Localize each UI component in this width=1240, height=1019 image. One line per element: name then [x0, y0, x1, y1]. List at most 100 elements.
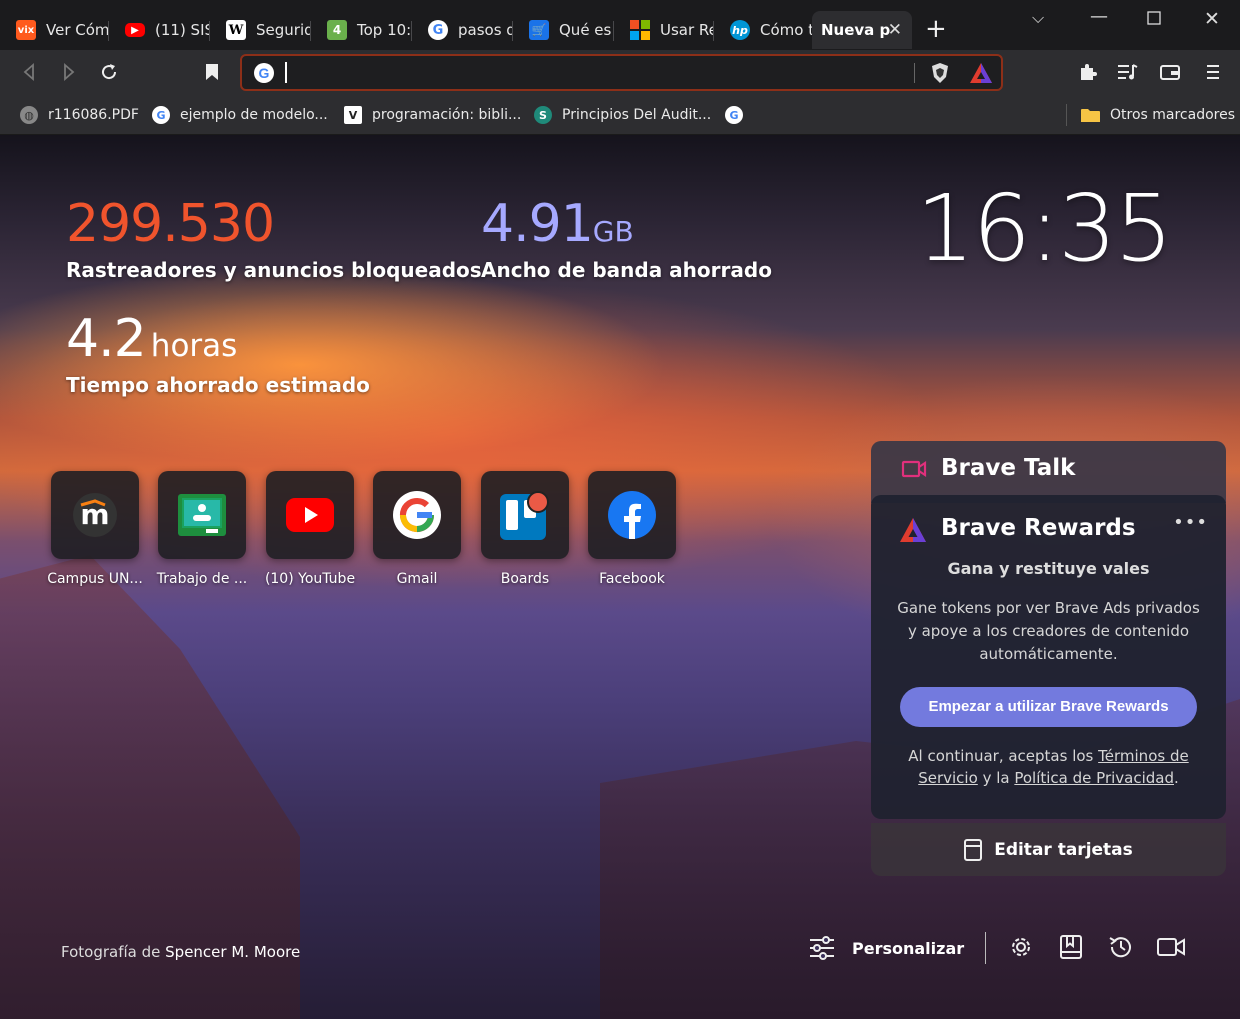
privacy-policy-link[interactable]: Política de Privacidad: [1014, 769, 1174, 787]
divider: [914, 63, 915, 83]
tab-label: Usar Rec: [660, 21, 714, 39]
google-icon: G: [725, 106, 743, 124]
tab-label: Ver Cóm: [46, 21, 109, 39]
playlist-icon[interactable]: [1116, 60, 1140, 84]
history-icon[interactable]: [1106, 932, 1136, 962]
bookmark-programacion[interactable]: V programación: bibli...: [344, 103, 521, 127]
tab-new-tab[interactable]: Nueva p ✕: [812, 11, 912, 49]
tab-youtube[interactable]: ▶ (11) SIST: [109, 11, 210, 49]
bookmarks-bar: ◍ r116086.PDF G ejemplo de modelo... V p…: [0, 95, 1240, 135]
bookmark-r116086[interactable]: ◍ r116086.PDF: [20, 103, 139, 127]
google-icon: G: [254, 63, 274, 83]
tab-strip: vix Ver Cóm ▶ (11) SIST W Segurida 4 Top…: [0, 0, 1240, 50]
edit-cards-button[interactable]: Editar tarjetas: [871, 823, 1226, 876]
extensions-icon[interactable]: [1076, 60, 1100, 84]
bookmark-label: Principios Del Audit...: [562, 107, 712, 123]
video-camera-icon: [901, 459, 927, 483]
tab-que-es[interactable]: 🛒 Qué es y: [513, 11, 614, 49]
classroom-icon: [158, 471, 246, 559]
menu-icon[interactable]: [1201, 60, 1225, 84]
tab-label: Cómo to: [760, 21, 812, 39]
sliders-icon: [808, 935, 836, 961]
tab-label: (11) SIST: [155, 21, 210, 39]
maximize-button[interactable]: [1147, 9, 1161, 30]
time-label: Tiempo ahorrado estimado: [66, 373, 370, 397]
bookmark-principios[interactable]: S Principios Del Audit...: [534, 103, 711, 127]
bottom-controls: Personalizar: [808, 932, 1228, 968]
other-bookmarks-folder[interactable]: Otros marcadores: [1081, 103, 1235, 127]
top-site-gmail[interactable]: Gmail: [367, 471, 467, 587]
moodle-icon: m: [51, 471, 139, 559]
tab-top10[interactable]: 4 Top 10:: [311, 11, 412, 49]
bookmark-label: ejemplo de modelo...: [180, 107, 328, 123]
brave-rewards-card: Brave Rewards ••• Gana y restituye vales…: [871, 495, 1226, 819]
v-icon: V: [344, 106, 362, 124]
google-icon: G: [428, 20, 448, 40]
close-tab-icon[interactable]: ✕: [888, 20, 902, 40]
customize-label: Personalizar: [852, 938, 965, 958]
divider: [985, 932, 986, 964]
address-input[interactable]: [292, 60, 892, 86]
terms-suffix: .: [1174, 769, 1179, 787]
facebook-icon: [588, 471, 676, 559]
bookmark-google[interactable]: G: [725, 103, 753, 127]
youtube-icon: [266, 471, 354, 559]
photo-credit-prefix: Fotografía de: [61, 943, 161, 961]
tab-hp[interactable]: hp Cómo to: [714, 11, 812, 49]
time-saved-stat: 4.2 horas Tiempo ahorrado estimado: [66, 313, 370, 397]
brave-talk-camera-icon[interactable]: [1156, 932, 1186, 962]
bookmark-ejemplo-modelo[interactable]: G ejemplo de modelo...: [152, 103, 328, 127]
folder-icon: [1081, 108, 1100, 123]
hp-icon: hp: [730, 20, 750, 40]
start-rewards-button[interactable]: Empezar a utilizar Brave Rewards: [900, 687, 1197, 727]
photo-credit-author[interactable]: Spencer M. Moore: [165, 943, 300, 961]
trello-icon: [481, 471, 569, 559]
back-button[interactable]: [17, 60, 41, 84]
minimize-button[interactable]: —: [1090, 6, 1108, 27]
edit-cards-label: Editar tarjetas: [994, 839, 1133, 860]
brave-talk-card[interactable]: Brave Talk: [871, 441, 1226, 503]
text-caret: [285, 62, 287, 83]
tab-search-chevron-icon[interactable]: ⌵: [1032, 8, 1044, 28]
new-tab-button[interactable]: +: [925, 14, 947, 44]
bookmark-this-page-icon[interactable]: [200, 60, 224, 84]
top-site-trabajo[interactable]: Trabajo de ...: [152, 471, 252, 587]
top-site-label: (10) YouTube: [264, 571, 356, 587]
customize-button[interactable]: Personalizar: [808, 932, 964, 964]
reload-button[interactable]: [97, 60, 121, 84]
brave-rewards-icon[interactable]: [969, 62, 993, 88]
forward-button[interactable]: [57, 60, 81, 84]
bookmarks-manager-icon[interactable]: [1056, 932, 1086, 962]
bandwidth-label: Ancho de banda ahorrado: [481, 258, 772, 282]
settings-gear-icon[interactable]: [1006, 932, 1036, 962]
top-site-label: Boards: [500, 571, 550, 587]
brave-shields-icon[interactable]: [930, 62, 950, 88]
close-window-button[interactable]: ✕: [1204, 8, 1220, 30]
tab-microsoft[interactable]: Usar Rec: [614, 11, 714, 49]
divider: [1066, 104, 1067, 126]
top-site-facebook[interactable]: Facebook: [582, 471, 682, 587]
top-site-youtube[interactable]: (10) YouTube: [260, 471, 360, 587]
more-options-icon[interactable]: •••: [1173, 512, 1208, 533]
top-site-label: Trabajo de ...: [156, 571, 248, 587]
other-bookmarks-label: Otros marcadores: [1110, 107, 1236, 123]
bandwidth-unit: GB: [592, 215, 634, 248]
tab-google[interactable]: G pasos d: [412, 11, 513, 49]
tab-label: Nueva p: [821, 21, 891, 39]
tab-vix[interactable]: vix Ver Cóm: [0, 11, 109, 49]
rewards-terms: Al continuar, aceptas los Términos de Se…: [891, 745, 1206, 789]
wallet-icon[interactable]: [1158, 60, 1182, 84]
top-site-boards[interactable]: Boards: [475, 471, 575, 587]
time-unit: horas: [150, 328, 238, 364]
trackers-label: Rastreadores y anuncios bloqueados: [66, 258, 482, 282]
new-tab-page: 299.530 Rastreadores y anuncios bloquead…: [0, 135, 1240, 1019]
google-icon: [373, 471, 461, 559]
edit-cards-icon: [964, 838, 983, 861]
tab-wikipedia[interactable]: W Segurida: [210, 11, 311, 49]
rewards-description: Gane tokens por ver Brave Ads privados y…: [897, 599, 1200, 663]
clock: 16:35: [916, 175, 1173, 282]
address-bar[interactable]: G: [240, 54, 1003, 91]
toolbar: G: [0, 50, 1240, 95]
globe-icon: ◍: [20, 106, 38, 124]
top-site-campus[interactable]: m Campus UN...: [45, 471, 145, 587]
